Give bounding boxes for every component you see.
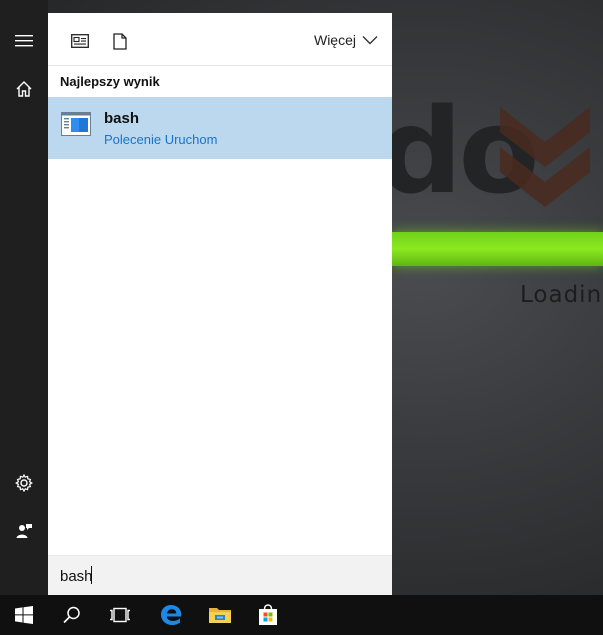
- more-filters-label: Więcej: [313, 32, 356, 48]
- text-caret: [91, 566, 92, 584]
- settings-button[interactable]: [0, 459, 48, 507]
- store-button[interactable]: [244, 595, 292, 635]
- apps-filter-icon: [71, 34, 89, 48]
- best-match-result[interactable]: bash Polecenie Uruchom: [48, 97, 392, 159]
- more-filters-dropdown[interactable]: Więcej: [314, 32, 378, 48]
- search-filter-toolbar: Więcej: [48, 13, 392, 66]
- result-subtitle: Polecenie Uruchom: [104, 132, 218, 147]
- search-results-panel: Więcej Najlepszy wynik bash Polecenie Ur…: [48, 13, 392, 595]
- chevron-down-icon: [362, 36, 378, 45]
- task-view-icon: [110, 607, 130, 623]
- background-loading-text: Loadin: [520, 282, 603, 308]
- background-chevron-logo: [500, 107, 590, 207]
- apps-filter-button[interactable]: [70, 31, 90, 51]
- file-explorer-button[interactable]: [196, 595, 244, 635]
- start-button[interactable]: [0, 595, 48, 635]
- task-view-button[interactable]: [96, 595, 144, 635]
- background-progress-bar: [392, 232, 603, 266]
- result-title: bash: [104, 110, 140, 127]
- windows-logo-icon: [15, 606, 33, 624]
- taskbar-search-button[interactable]: [48, 595, 96, 635]
- start-menu-rail: [0, 0, 48, 595]
- hamburger-menu-button[interactable]: [0, 17, 48, 65]
- folder-icon: [209, 608, 231, 623]
- app-window-icon: [61, 112, 91, 136]
- feedback-button[interactable]: [0, 507, 48, 555]
- search-box: [48, 555, 392, 595]
- edge-browser-icon: [161, 605, 182, 625]
- store-bag-icon: [259, 604, 277, 625]
- home-icon: [16, 81, 32, 97]
- feedback-person-icon: [16, 524, 32, 538]
- search-input[interactable]: [60, 565, 380, 587]
- search-icon: [63, 606, 80, 624]
- taskbar: [0, 595, 603, 635]
- home-button[interactable]: [0, 65, 48, 113]
- documents-filter-button[interactable]: [110, 31, 130, 51]
- edge-browser-button[interactable]: [147, 595, 195, 635]
- gear-icon: [15, 474, 33, 492]
- hamburger-icon: [15, 35, 33, 47]
- best-match-heading: Najlepszy wynik: [60, 74, 160, 89]
- documents-filter-icon: [113, 32, 127, 50]
